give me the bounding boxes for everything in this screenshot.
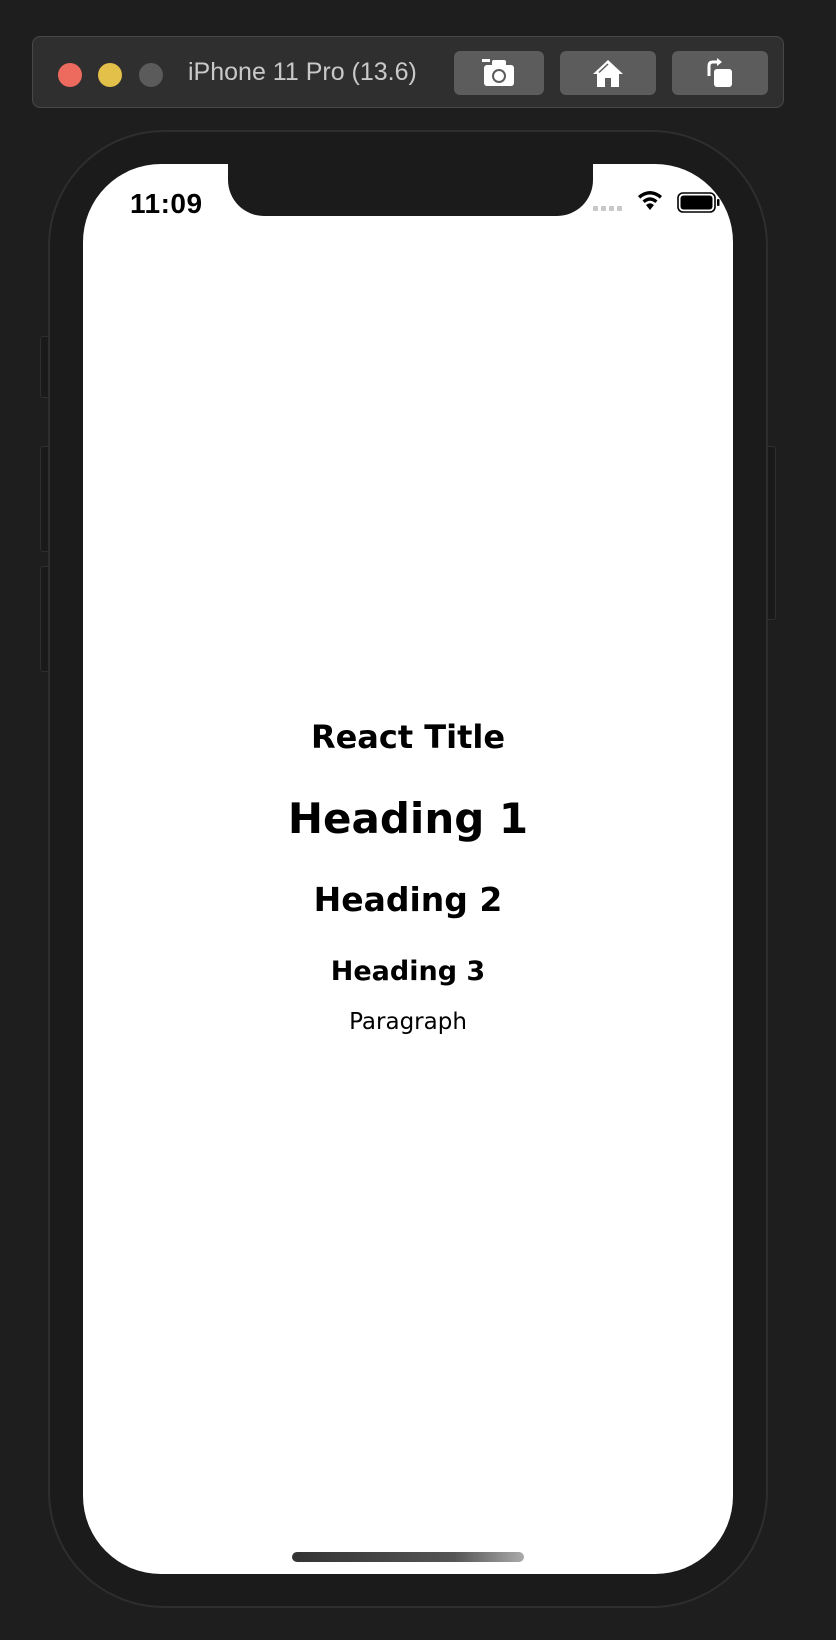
heading-2: Heading 2 (313, 880, 503, 919)
device-title: iPhone 11 Pro (13.6) (188, 58, 417, 86)
app-content: React Title Heading 1 Heading 2 Heading … (83, 164, 733, 1574)
minimize-window-button[interactable] (98, 63, 122, 87)
camera-icon (482, 59, 514, 86)
paragraph: Paragraph (349, 1009, 467, 1035)
rotate-button[interactable] (672, 51, 768, 95)
home-button[interactable] (560, 51, 656, 95)
heading-1: Heading 1 (287, 794, 529, 843)
react-title: React Title (310, 718, 506, 756)
zoom-window-button[interactable] (139, 63, 163, 87)
screenshot-button[interactable] (454, 51, 544, 95)
home-indicator[interactable] (292, 1552, 524, 1562)
close-window-button[interactable] (58, 63, 82, 87)
home-icon (593, 60, 623, 87)
simulator-toolbar: iPhone 11 Pro (13.6) (32, 36, 784, 108)
device-screen: 11:09 React Title Heading 1 Heading 2 He… (83, 164, 733, 1574)
heading-3: Heading 3 (330, 956, 486, 987)
rotate-icon (707, 58, 732, 87)
